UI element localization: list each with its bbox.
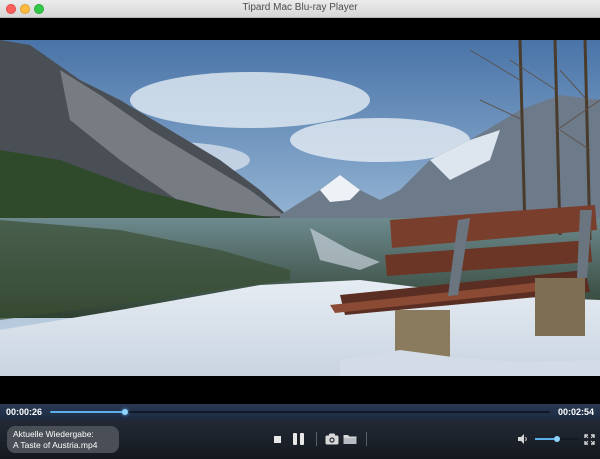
camera-icon [325,433,339,445]
mute-button[interactable] [517,432,529,446]
open-folder-button[interactable] [343,432,357,446]
stop-button[interactable] [272,434,282,444]
separator [316,432,317,446]
total-time: 00:02:54 [557,407,594,417]
now-playing-panel: Aktuelle Wiedergabe: A Taste of Austria.… [7,426,119,453]
folder-icon [343,435,357,444]
now-playing-file: A Taste of Austria.mp4 [13,440,98,450]
pause-button[interactable] [291,431,305,447]
speaker-icon [518,434,527,444]
current-time: 00:00:26 [6,407,43,417]
volume-handle[interactable] [554,436,560,442]
now-playing-label: Aktuelle Wiedergabe: [13,429,94,439]
video-frame [0,40,600,376]
fullscreen-icon [583,433,595,445]
snapshot-button[interactable] [325,432,339,446]
progress-bar: 00:00:26 00:02:54 [0,404,600,420]
seek-slider[interactable] [50,409,550,415]
stop-icon [273,435,281,443]
separator [366,432,367,446]
fullscreen-button[interactable] [583,432,595,446]
volume-slider[interactable] [535,436,579,442]
control-bar: Aktuelle Wiedergabe: A Taste of Austria.… [0,420,600,459]
seek-progress-fill [50,411,125,413]
pause-icon [292,433,304,445]
seek-handle[interactable] [122,409,128,415]
video-area[interactable] [0,18,600,404]
window-title: Tipard Mac Blu-ray Player [242,2,358,13]
player-window: Tipard Mac Blu-ray Player 00:00:26 00:02… [0,0,600,459]
title-bar[interactable]: Tipard Mac Blu-ray Player [0,0,600,18]
